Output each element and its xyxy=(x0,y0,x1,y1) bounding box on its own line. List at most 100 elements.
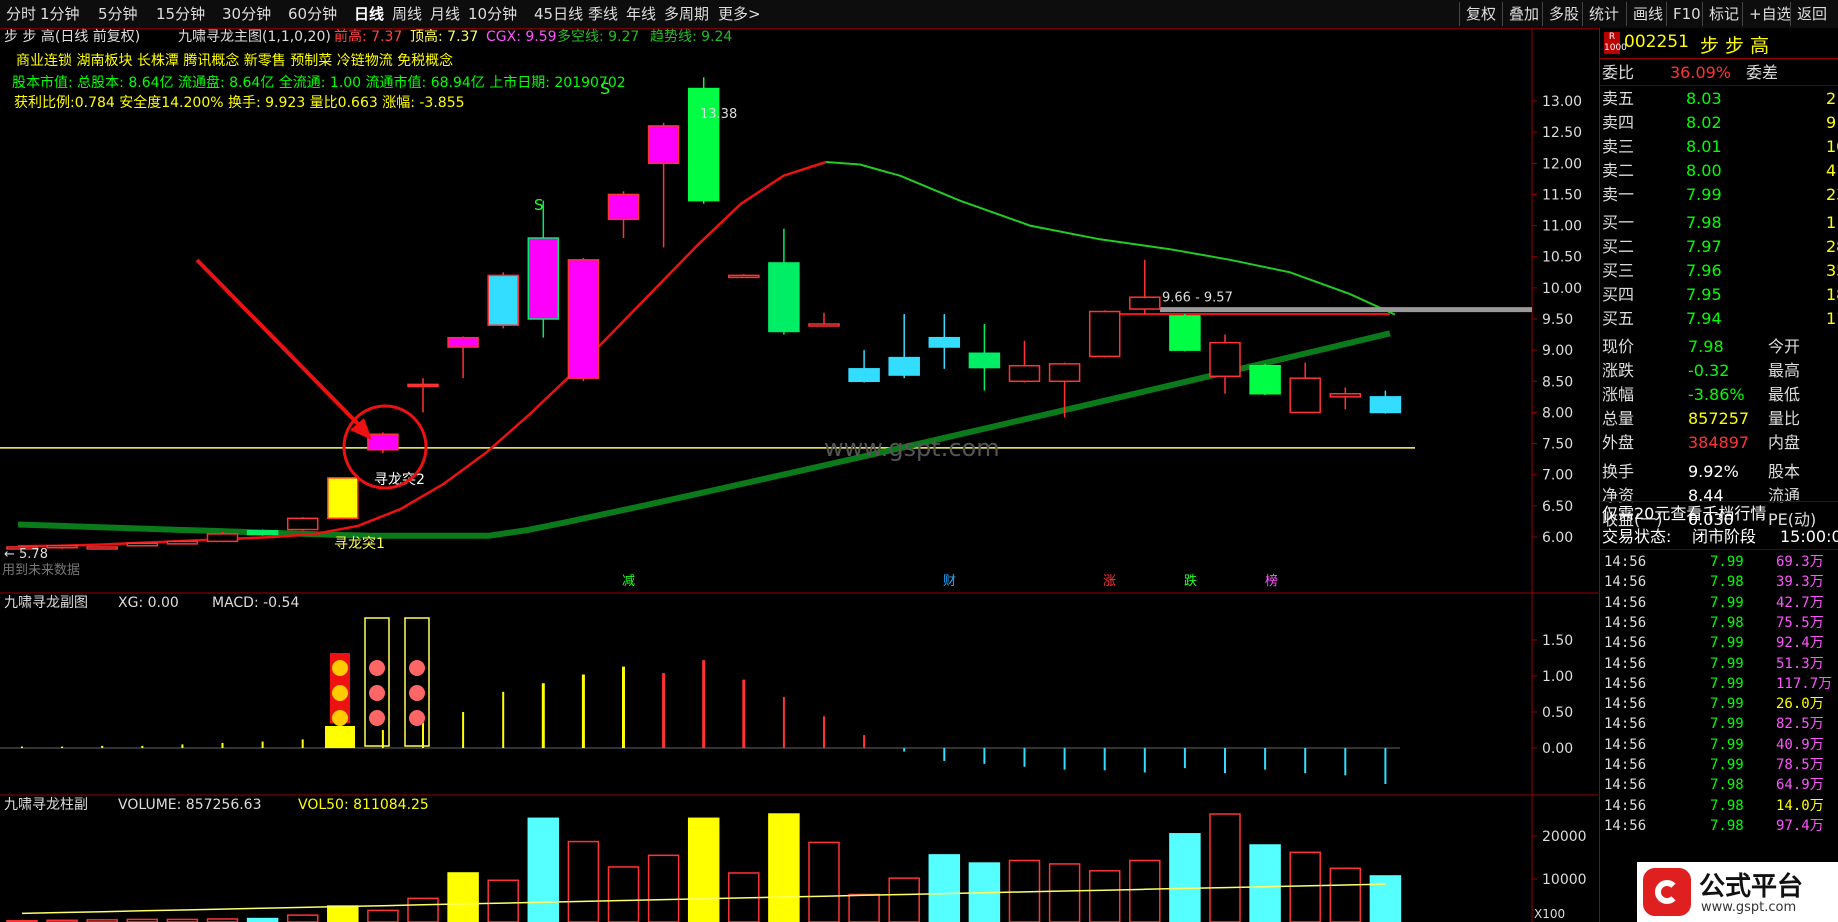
cgx-value: CGX: 9.59 xyxy=(486,29,557,45)
candle-body xyxy=(808,323,840,327)
y-tick-label: 12.50 xyxy=(1542,125,1582,141)
toolbar-button-2[interactable]: 多股 xyxy=(1542,2,1585,26)
event-tag-1: 财 xyxy=(943,574,956,589)
duokong-line xyxy=(17,330,1391,539)
sub-y-tick-label: 0.50 xyxy=(1542,705,1573,721)
candle-body xyxy=(1289,377,1321,414)
stock-code: 002251 xyxy=(1624,32,1689,52)
tick-row: 14:56 7.99 117.7万 xyxy=(1604,675,1833,692)
range-label: 9.66 - 9.57 xyxy=(1162,291,1233,306)
candle-body xyxy=(1249,364,1281,395)
arrow-line xyxy=(195,258,364,430)
candle-body xyxy=(567,259,600,379)
toolbar-button-4[interactable]: 画线 xyxy=(1626,2,1669,26)
ball-icon xyxy=(409,660,425,676)
toolbar-button-3[interactable]: 统计 xyxy=(1582,2,1625,26)
candle-body xyxy=(928,336,961,348)
ball-icon xyxy=(369,710,385,726)
period-tab-12[interactable]: 年线 xyxy=(626,0,656,28)
period-tab-3[interactable]: 15分钟 xyxy=(156,0,205,28)
promo-row[interactable]: 仅需20元查看千档行情 xyxy=(1600,501,1838,526)
signal-box xyxy=(364,617,390,747)
y-tick-label: 10.00 xyxy=(1542,281,1582,297)
chart-area[interactable]: 13.00 12.50 12.00 11.50 11.00 10.50 10.00 9.50 9… xyxy=(0,28,1598,922)
toolbar-button-0[interactable]: 复权 xyxy=(1459,2,1502,26)
candle-body xyxy=(1129,296,1161,310)
period-tab-9[interactable]: 10分钟 xyxy=(468,0,517,28)
volume-bar xyxy=(367,909,399,922)
sell-row-4[interactable]: 卖一7.9923 xyxy=(1600,183,1838,207)
volume-bar xyxy=(1169,833,1201,922)
candle-body xyxy=(1048,363,1081,383)
volume-bar xyxy=(1209,813,1241,922)
sell-row-1[interactable]: 卖四 8.02 9 xyxy=(1600,111,1838,135)
status-row: 交易状态: 闭市阶段 15:00:03 xyxy=(1600,525,1838,550)
event-tag-0: 减 xyxy=(622,574,635,589)
tick-row: 14:56 7.98 97.4万 xyxy=(1604,817,1824,834)
candle-body xyxy=(607,193,640,221)
kline-chart-svg[interactable]: 13.00 12.50 12.00 11.50 11.00 10.50 10.00 9.50 9… xyxy=(0,28,1598,922)
toolbar-button-8[interactable]: 返回 xyxy=(1790,2,1833,26)
volume-bar xyxy=(567,840,600,922)
y-tick-label: 11.50 xyxy=(1542,187,1582,203)
stat-row-1: 涨跌 -0.32 最高 xyxy=(1602,361,1801,380)
period-tab-1[interactable]: 1分钟 xyxy=(40,0,80,28)
toolbar-button-5[interactable]: F10 xyxy=(1666,2,1707,26)
tick-row: 14:56 7.99 51.3万 xyxy=(1604,655,1824,672)
candle-body xyxy=(968,352,1001,369)
stock-name: 步 步 高 xyxy=(1700,35,1770,57)
tick-row: 14:56 7.99 82.5万 xyxy=(1604,716,1824,733)
sub-panel-title: 九啸寻龙副图 xyxy=(4,595,88,611)
volume-bar xyxy=(1289,851,1321,922)
candle-body xyxy=(1369,396,1402,414)
stat-row-4: 外盘 384897 内盘 xyxy=(1602,433,1801,452)
toolbar-button-6[interactable]: 标记 xyxy=(1702,2,1745,26)
volume-bar xyxy=(527,817,560,922)
buy-row-7[interactable]: 买三7.9635 xyxy=(1600,259,1838,283)
macd-value: MACD: -0.54 xyxy=(212,595,300,611)
candle-body xyxy=(46,544,78,549)
volume-bar xyxy=(888,877,920,922)
tick-row: 14:56 7.99 42.7万 xyxy=(1604,594,1824,611)
volume-value: VOLUME: 857256.63 xyxy=(118,797,262,813)
signal-box xyxy=(325,726,355,748)
period-tab-6[interactable]: 日线 xyxy=(354,0,384,28)
period-tab-14[interactable]: 更多> xyxy=(718,0,761,28)
toolbar-button-1[interactable]: 叠加 xyxy=(1502,2,1545,26)
volume-bar xyxy=(246,917,279,922)
candle-body xyxy=(246,530,279,536)
volume-bar xyxy=(768,813,800,922)
sell-row-2[interactable]: 卖三8.0110 xyxy=(1600,135,1838,159)
max-price-label: 13.38 xyxy=(700,107,737,122)
signal-box xyxy=(404,617,430,747)
period-tab-8[interactable]: 月线 xyxy=(430,0,460,28)
tick-row: 14:56 7.99 40.9万 xyxy=(1604,736,1824,753)
period-tab-13[interactable]: 多周期 xyxy=(664,0,709,28)
period-tab-5[interactable]: 60分钟 xyxy=(288,0,337,28)
period-tab-4[interactable]: 30分钟 xyxy=(222,0,271,28)
candle-body xyxy=(407,383,439,388)
sell-row-3[interactable]: 卖二8.0041 xyxy=(1600,159,1838,183)
future-data-label: 用到未来数据 xyxy=(2,563,80,578)
period-tab-11[interactable]: 季线 xyxy=(588,0,618,28)
stock-header: R 1000 002251 步 步 高 xyxy=(1600,28,1838,59)
period-tab-2[interactable]: 5分钟 xyxy=(98,0,138,28)
market-cap-line: 股本市值: 总股本: 8.64亿 流通盘: 8.64亿 全流通: 1.00 流通… xyxy=(12,75,626,91)
y-tick-label: 12.00 xyxy=(1542,156,1582,172)
buy-row-8[interactable]: 买四7.9518 xyxy=(1600,283,1838,307)
ball-icon xyxy=(369,660,385,676)
period-tab-0[interactable]: 分时 xyxy=(6,0,36,28)
sell-row-0[interactable]: 卖五 8.03 2 xyxy=(1600,87,1838,111)
event-tag-2: 涨 xyxy=(1103,574,1116,589)
buy-row-6[interactable]: 买二7.9728 xyxy=(1600,235,1838,259)
buy-row-5[interactable]: 买一 7.98 1 xyxy=(1600,211,1838,235)
buy-row-9[interactable]: 买五7.9411 xyxy=(1600,307,1838,331)
ball-icon xyxy=(409,685,425,701)
indicator-name[interactable]: 九啸寻龙主图(1,1,0,20) xyxy=(178,28,331,46)
ball-icon xyxy=(409,710,425,726)
period-tab-10[interactable]: 45日线 xyxy=(534,0,583,28)
vol-y-tick-label: 20000 xyxy=(1542,829,1587,845)
period-tab-7[interactable]: 周线 xyxy=(392,0,422,28)
volume-bar xyxy=(1249,844,1281,922)
coin-icon xyxy=(332,710,348,726)
